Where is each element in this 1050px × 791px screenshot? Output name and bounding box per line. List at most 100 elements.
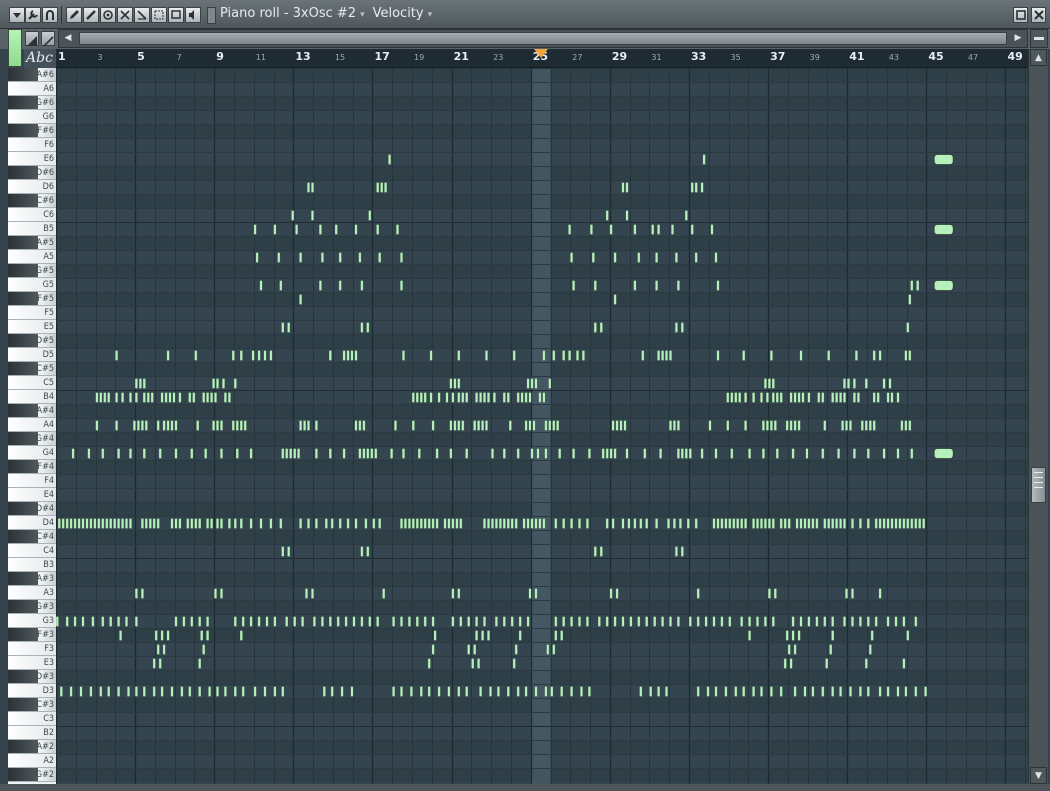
note[interactable] <box>530 378 534 389</box>
note[interactable] <box>127 686 130 697</box>
note[interactable] <box>125 616 128 627</box>
note[interactable] <box>328 350 332 361</box>
maximize-icon[interactable] <box>1013 7 1028 23</box>
note[interactable] <box>760 686 763 697</box>
note[interactable] <box>744 420 748 431</box>
note[interactable] <box>516 448 520 459</box>
note[interactable] <box>293 448 297 459</box>
note[interactable] <box>787 644 791 655</box>
note[interactable] <box>352 616 356 627</box>
note[interactable] <box>708 420 712 431</box>
note[interactable] <box>202 392 206 403</box>
note[interactable] <box>358 420 362 431</box>
note[interactable] <box>864 658 868 669</box>
note[interactable] <box>297 448 301 459</box>
note[interactable] <box>81 518 85 529</box>
note[interactable] <box>524 686 528 697</box>
piano-key[interactable]: E3 <box>8 656 56 670</box>
note[interactable] <box>342 350 346 361</box>
note[interactable] <box>767 588 771 599</box>
note[interactable] <box>427 518 431 529</box>
note[interactable] <box>621 518 625 529</box>
note[interactable] <box>823 518 827 529</box>
note[interactable] <box>370 448 374 459</box>
note[interactable] <box>257 616 261 627</box>
note[interactable] <box>281 546 285 557</box>
note[interactable] <box>627 518 631 529</box>
note[interactable] <box>502 392 506 403</box>
note[interactable] <box>502 616 506 627</box>
note[interactable] <box>803 518 807 529</box>
note[interactable] <box>103 392 107 403</box>
note[interactable] <box>273 686 277 697</box>
note[interactable] <box>372 518 376 529</box>
piano-key[interactable]: F#6 <box>8 124 56 138</box>
piano-key[interactable]: A5 <box>8 250 56 264</box>
note[interactable] <box>676 448 680 459</box>
note[interactable] <box>767 378 771 389</box>
note[interactable] <box>694 182 698 193</box>
note[interactable] <box>896 686 900 697</box>
note[interactable] <box>878 686 882 697</box>
note[interactable] <box>407 616 411 627</box>
note[interactable] <box>570 252 574 263</box>
note[interactable] <box>475 630 479 641</box>
note[interactable] <box>481 630 485 641</box>
note[interactable] <box>318 224 322 235</box>
note[interactable] <box>312 616 316 627</box>
note[interactable] <box>748 630 752 641</box>
note[interactable] <box>581 350 585 361</box>
note[interactable] <box>611 420 615 431</box>
note[interactable] <box>672 420 676 431</box>
magnet-icon[interactable] <box>42 7 58 23</box>
piano-key[interactable]: G5 <box>8 278 56 292</box>
note[interactable] <box>392 616 396 627</box>
window-title[interactable]: Piano roll - 3xOsc #2 ▾ Velocity ▾ <box>220 6 440 21</box>
note[interactable] <box>206 630 210 641</box>
note[interactable] <box>910 518 914 529</box>
note[interactable] <box>140 588 144 599</box>
note[interactable] <box>235 448 239 459</box>
note[interactable] <box>771 616 775 627</box>
note[interactable] <box>178 392 182 403</box>
note[interactable] <box>771 392 775 403</box>
note[interactable] <box>724 518 728 529</box>
note[interactable] <box>552 420 556 431</box>
note[interactable] <box>208 686 212 697</box>
note[interactable] <box>908 350 912 361</box>
piano-key[interactable]: F3 <box>8 642 56 656</box>
note[interactable] <box>231 420 235 431</box>
note[interactable] <box>212 420 216 431</box>
note[interactable] <box>870 630 874 641</box>
note[interactable] <box>908 294 912 305</box>
note[interactable] <box>896 392 900 403</box>
note[interactable] <box>220 518 223 529</box>
note[interactable] <box>451 518 455 529</box>
note[interactable] <box>851 616 854 627</box>
note[interactable] <box>835 518 839 529</box>
piano-key[interactable]: A#5 <box>8 236 56 250</box>
note[interactable] <box>597 616 601 627</box>
note[interactable] <box>676 420 680 431</box>
note[interactable] <box>538 518 542 529</box>
note[interactable] <box>542 392 546 403</box>
note[interactable] <box>467 616 471 627</box>
note[interactable] <box>71 448 75 459</box>
note[interactable] <box>771 518 775 529</box>
piano-key[interactable]: G#2 <box>8 768 56 782</box>
note[interactable] <box>807 518 811 529</box>
note[interactable] <box>394 420 397 431</box>
note[interactable] <box>152 686 156 697</box>
note[interactable] <box>140 518 144 529</box>
note[interactable] <box>585 616 589 627</box>
note[interactable] <box>744 518 748 529</box>
note[interactable] <box>621 182 625 193</box>
note[interactable] <box>629 616 633 627</box>
note[interactable] <box>415 392 419 403</box>
note[interactable] <box>97 518 101 529</box>
note[interactable] <box>174 616 178 627</box>
piano-key[interactable]: A2 <box>8 754 56 768</box>
note[interactable] <box>605 448 609 459</box>
note[interactable] <box>162 420 166 431</box>
note[interactable] <box>423 518 427 529</box>
